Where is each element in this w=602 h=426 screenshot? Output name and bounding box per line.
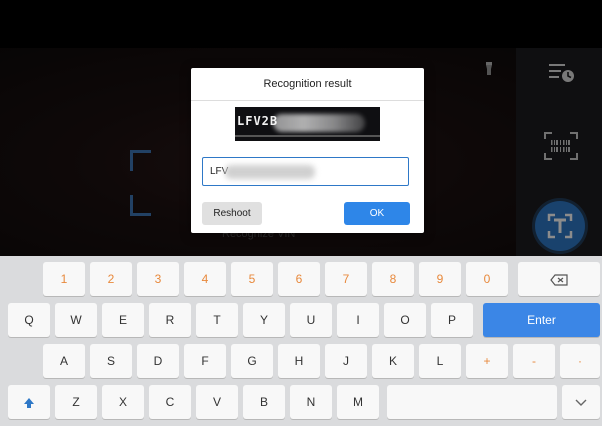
key-c[interactable]: C (149, 385, 191, 419)
recognition-result-dialog: Recognition result LFV2B LFV Reshoot OK (191, 68, 424, 233)
key-y[interactable]: Y (243, 303, 285, 337)
hide-keyboard-key[interactable] (562, 385, 600, 419)
status-bar (0, 0, 602, 48)
key-r[interactable]: R (149, 303, 191, 337)
key-h[interactable]: H (278, 344, 320, 378)
key-d[interactable]: D (137, 344, 179, 378)
key-minus[interactable]: - (513, 344, 555, 378)
key-q[interactable]: Q (8, 303, 50, 337)
key-w[interactable]: W (55, 303, 97, 337)
key-plus[interactable]: + (466, 344, 508, 378)
vin-snapshot-text: LFV2B (237, 114, 279, 128)
key-3[interactable]: 3 (137, 262, 179, 296)
enter-key[interactable]: Enter (483, 303, 600, 337)
key-o[interactable]: O (384, 303, 426, 337)
key-9[interactable]: 9 (419, 262, 461, 296)
key-p[interactable]: P (431, 303, 473, 337)
key-f[interactable]: F (184, 344, 226, 378)
key-e[interactable]: E (102, 303, 144, 337)
key-7[interactable]: 7 (325, 262, 367, 296)
key-0[interactable]: 0 (466, 262, 508, 296)
key-u[interactable]: U (290, 303, 332, 337)
key-l[interactable]: L (419, 344, 461, 378)
vin-input-redaction (225, 165, 315, 179)
key-t[interactable]: T (196, 303, 238, 337)
vin-input-field[interactable]: LFV (202, 157, 409, 186)
space-key[interactable] (387, 385, 557, 419)
key-g[interactable]: G (231, 344, 273, 378)
backspace-key[interactable] (518, 262, 600, 296)
shift-key[interactable] (8, 385, 50, 419)
key-n[interactable]: N (290, 385, 332, 419)
key-m[interactable]: M (337, 385, 379, 419)
key-s[interactable]: S (90, 344, 132, 378)
backspace-icon (550, 274, 568, 286)
vin-redaction-blur (273, 114, 365, 132)
key-b[interactable]: B (243, 385, 285, 419)
dialog-title: Recognition result (191, 68, 424, 101)
key-5[interactable]: 5 (231, 262, 273, 296)
key-i[interactable]: I (337, 303, 379, 337)
vin-image-edge (235, 135, 380, 137)
soft-keyboard: 1 2 3 4 5 6 7 8 9 0 Q W E R T Y U I O P … (0, 256, 602, 426)
key-2[interactable]: 2 (90, 262, 132, 296)
shift-icon (24, 397, 34, 408)
key-z[interactable]: Z (55, 385, 97, 419)
key-4[interactable]: 4 (184, 262, 226, 296)
key-x[interactable]: X (102, 385, 144, 419)
key-a[interactable]: A (43, 344, 85, 378)
ok-button[interactable]: OK (344, 202, 410, 225)
chevron-down-icon (575, 399, 587, 406)
key-v[interactable]: V (196, 385, 238, 419)
vin-snapshot-image: LFV2B (235, 107, 380, 141)
key-6[interactable]: 6 (278, 262, 320, 296)
reshoot-button[interactable]: Reshoot (202, 202, 262, 225)
key-8[interactable]: 8 (372, 262, 414, 296)
key-dot[interactable]: · (560, 344, 600, 378)
key-j[interactable]: J (325, 344, 367, 378)
key-k[interactable]: K (372, 344, 414, 378)
key-1[interactable]: 1 (43, 262, 85, 296)
